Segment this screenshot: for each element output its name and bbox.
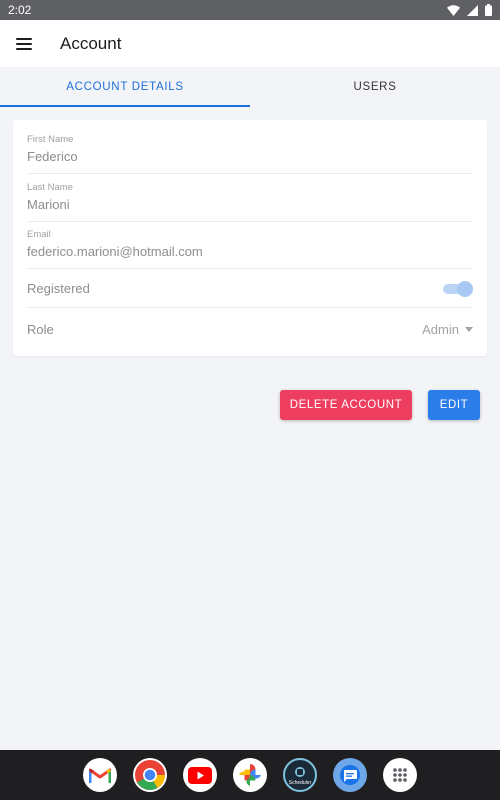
app-drawer-icon[interactable] — [383, 758, 417, 792]
status-time: 2:02 — [8, 3, 32, 17]
registered-toggle[interactable] — [443, 280, 473, 297]
registered-label: Registered — [27, 281, 90, 296]
first-name-value: Federico — [27, 149, 78, 164]
email-value: federico.marioni@hotmail.com — [27, 244, 203, 259]
first-name-field[interactable]: First Name Federico — [27, 134, 473, 174]
email-label: Email — [27, 229, 51, 240]
last-name-label: Last Name — [27, 182, 73, 193]
last-name-value: Marioni — [27, 197, 70, 212]
app-dock: Scheduler — [0, 750, 500, 800]
hamburger-icon — [16, 37, 32, 50]
tab-bar: ACCOUNT DETAILS USERS — [0, 67, 500, 107]
role-value: Admin — [422, 321, 459, 337]
page-title: Account — [60, 33, 122, 53]
last-name-field[interactable]: Last Name Marioni — [27, 182, 473, 222]
registered-row: Registered — [27, 270, 473, 308]
tab-users[interactable]: USERS — [250, 67, 500, 107]
status-icons — [447, 4, 492, 16]
first-name-label: First Name — [27, 134, 74, 145]
battery-icon — [485, 4, 492, 16]
scheduler-caption: Scheduler — [289, 780, 312, 786]
email-field[interactable]: Email federico.marioni@hotmail.com — [27, 229, 473, 269]
chrome-icon[interactable] — [133, 758, 167, 792]
role-select[interactable]: Admin — [422, 322, 473, 337]
app-bar: Account — [0, 20, 500, 67]
status-bar: 2:02 — [0, 0, 500, 20]
signal-icon — [467, 4, 478, 16]
tab-account-details[interactable]: ACCOUNT DETAILS — [0, 67, 250, 107]
edit-button[interactable]: EDIT — [428, 390, 480, 420]
dropdown-caret-icon — [465, 326, 473, 332]
youtube-icon[interactable] — [183, 758, 217, 792]
wifi-icon — [447, 4, 460, 16]
gmail-icon[interactable] — [83, 758, 117, 792]
role-label: Role — [27, 321, 54, 337]
scheduler-icon[interactable]: Scheduler — [283, 758, 317, 792]
delete-account-button[interactable]: DELETE ACCOUNT — [280, 390, 412, 420]
photos-icon[interactable] — [233, 758, 267, 792]
messages-icon[interactable] — [333, 758, 367, 792]
account-details-card: First Name Federico Last Name Marioni Em… — [13, 120, 487, 356]
menu-button[interactable] — [0, 20, 48, 67]
role-row: Role Admin — [27, 310, 473, 348]
